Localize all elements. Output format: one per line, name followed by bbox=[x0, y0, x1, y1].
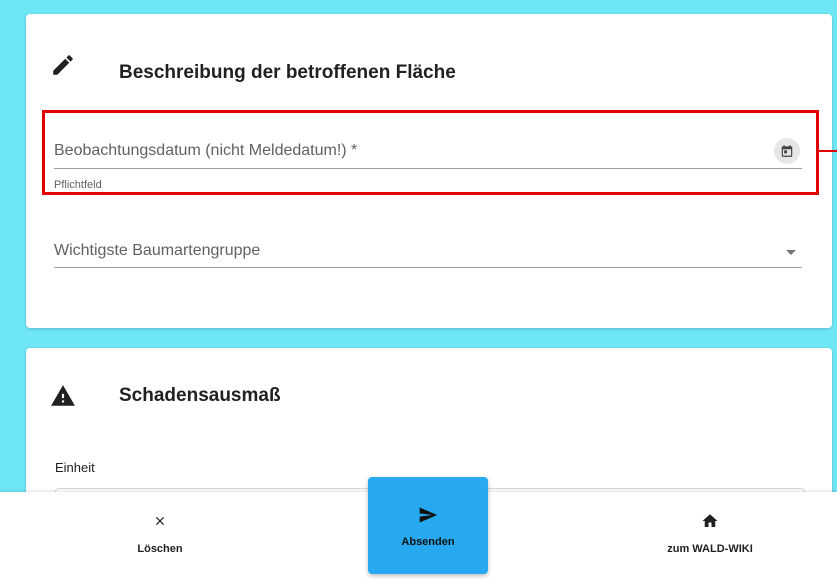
highlight-annotation-pointer bbox=[819, 150, 837, 152]
delete-label: Löschen bbox=[137, 543, 183, 555]
dropdown-caret-icon[interactable] bbox=[786, 250, 796, 255]
section-title-description: Beschreibung der betroffenen Fläche bbox=[119, 62, 456, 83]
submit-label: Absenden bbox=[401, 535, 455, 548]
section-title-damage: Schadensausmaß bbox=[119, 385, 281, 406]
wald-wiki-label: zum WALD-WIKI bbox=[667, 543, 753, 555]
unit-label: Einheit bbox=[55, 460, 95, 475]
wald-wiki-button[interactable]: zum WALD-WIKI bbox=[640, 510, 780, 555]
warning-icon bbox=[50, 383, 76, 409]
tree-species-group-label: Wichtigste Baumartengruppe bbox=[54, 242, 261, 259]
submit-button[interactable]: Absenden bbox=[368, 477, 488, 574]
highlight-annotation-box bbox=[42, 110, 819, 195]
tree-species-group-select[interactable]: Wichtigste Baumartengruppe bbox=[54, 234, 802, 274]
pencil-icon bbox=[50, 52, 76, 78]
home-icon bbox=[701, 510, 719, 532]
tree-species-group-underline bbox=[54, 267, 802, 268]
delete-button[interactable]: Löschen bbox=[110, 510, 210, 555]
send-icon bbox=[417, 504, 439, 526]
close-icon bbox=[153, 510, 167, 532]
